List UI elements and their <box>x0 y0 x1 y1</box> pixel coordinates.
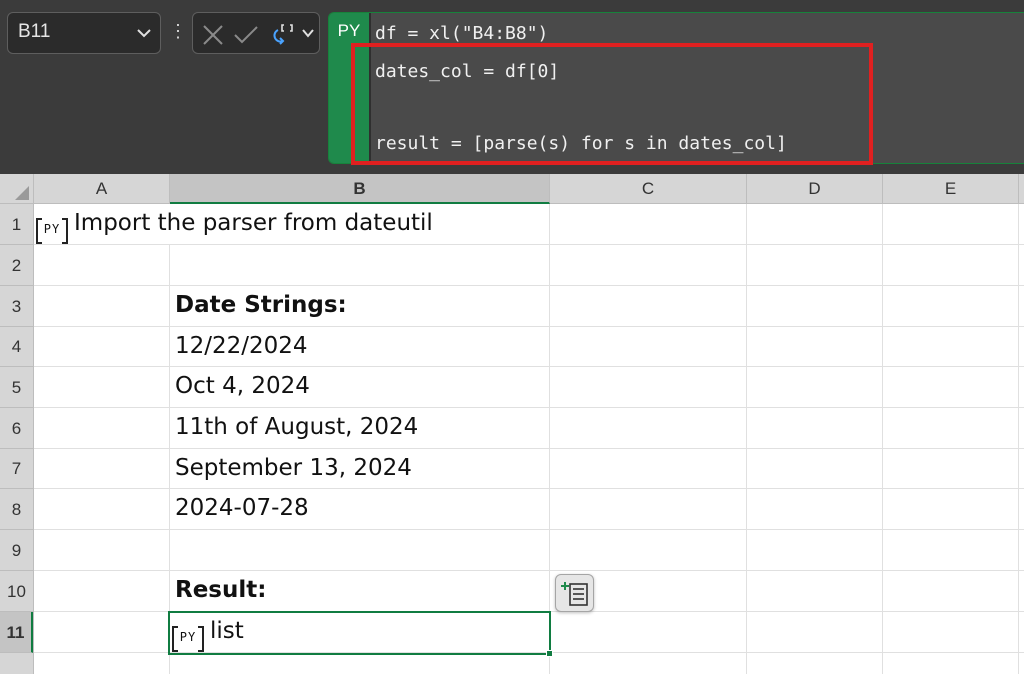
cell-b8[interactable]: 2024-07-28 <box>175 495 309 521</box>
python-cell-icon: PY <box>36 218 68 244</box>
row-header[interactable]: 8 <box>0 489 33 530</box>
name-box-value: B11 <box>18 21 51 42</box>
row-header[interactable] <box>0 653 33 674</box>
chevron-down-icon[interactable] <box>301 27 315 39</box>
cell-b4[interactable]: 12/22/2024 <box>175 333 308 359</box>
enter-check-icon[interactable] <box>233 24 259 46</box>
row-header[interactable]: 2 <box>0 245 33 286</box>
name-box[interactable]: B11 <box>7 12 161 54</box>
column-header-a[interactable]: A <box>34 174 170 204</box>
row-header[interactable]: 10 <box>0 571 33 612</box>
column-header-b[interactable]: B <box>170 174 550 204</box>
python-function-icon[interactable] <box>269 22 295 48</box>
data-card-button[interactable] <box>555 574 594 612</box>
worksheet-grid[interactable]: PY Import the parser from dateutil Date S… <box>34 204 1024 674</box>
cancel-icon[interactable] <box>201 24 225 46</box>
row-header[interactable]: 5 <box>0 367 33 408</box>
more-options-icon[interactable]: ⋮ <box>169 22 187 40</box>
row-header[interactable]: 4 <box>0 327 33 367</box>
column-header-e[interactable]: E <box>883 174 1019 204</box>
column-headers: A B C D E <box>0 174 1024 204</box>
cell-b5[interactable]: Oct 4, 2024 <box>175 373 310 399</box>
row-header[interactable]: 7 <box>0 449 33 489</box>
cell-b6[interactable]: 11th of August, 2024 <box>175 414 418 440</box>
cell-b7[interactable]: September 13, 2024 <box>175 455 412 481</box>
row-header[interactable]: 1 <box>0 204 33 245</box>
column-header-c[interactable]: C <box>550 174 747 204</box>
cell-a1-text: Import the parser from dateutil <box>74 210 433 236</box>
chevron-down-icon[interactable] <box>136 27 152 39</box>
code-highlight-box <box>351 43 873 165</box>
row-header[interactable]: 11 <box>0 612 33 653</box>
row-header[interactable]: 9 <box>0 530 33 571</box>
formula-edit-buttons <box>192 12 320 54</box>
cell-a1[interactable]: PY Import the parser from dateutil <box>36 210 433 244</box>
select-all-button[interactable] <box>0 174 34 204</box>
row-header[interactable]: 6 <box>0 408 33 449</box>
insert-data-icon <box>561 582 588 606</box>
code-line[interactable]: df = xl("B4:B8") <box>375 23 548 44</box>
cell-b3[interactable]: Date Strings: <box>175 292 347 318</box>
row-header[interactable]: 3 <box>0 286 33 327</box>
column-header-d[interactable]: D <box>747 174 883 204</box>
row-headers: 1 2 3 4 5 6 7 8 9 10 11 <box>0 204 34 674</box>
cell-b10[interactable]: Result: <box>175 577 266 603</box>
python-mode-label: PY <box>337 21 361 40</box>
fill-handle[interactable] <box>546 650 553 657</box>
active-cell-border <box>168 611 551 655</box>
